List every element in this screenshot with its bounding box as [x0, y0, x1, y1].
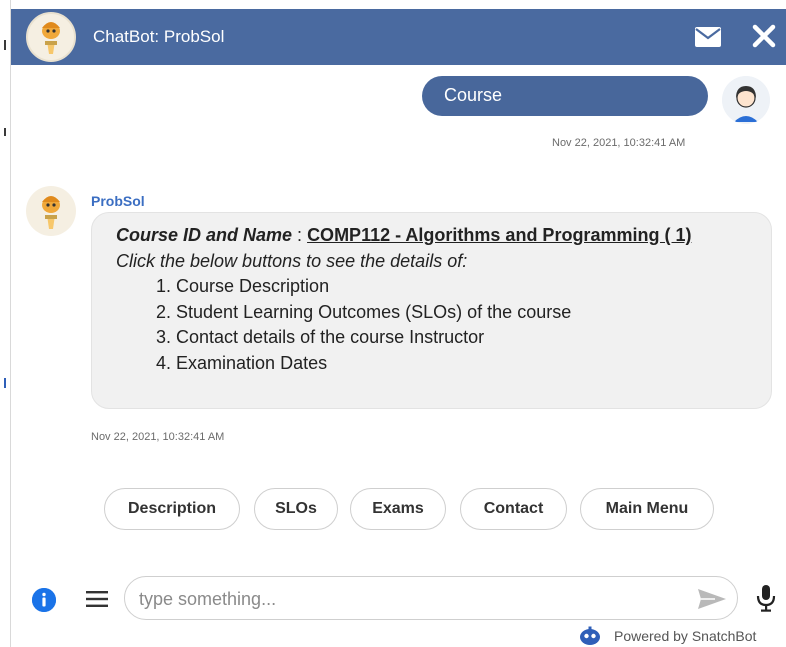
- bot-message-timestamp: Nov 22, 2021, 10:32:41 AM: [91, 431, 225, 443]
- message-input-wrapper: [124, 576, 738, 620]
- mic-icon[interactable]: [756, 584, 776, 612]
- description-button[interactable]: Description: [104, 488, 240, 530]
- details-list: 1. Course Description 2. Student Learnin…: [156, 274, 747, 376]
- mail-icon[interactable]: [695, 27, 721, 47]
- user-message-bubble: Course: [422, 76, 708, 116]
- frame-marker: [4, 40, 6, 50]
- instruction-text: Click the below buttons to see the detai…: [116, 250, 468, 271]
- course-line: Course ID and Name : COMP112 - Algorithm…: [116, 223, 747, 249]
- bot-sender-name: ProbSol: [91, 193, 145, 209]
- info-icon[interactable]: [32, 588, 56, 612]
- list-item: 2. Student Learning Outcomes (SLOs) of t…: [156, 301, 572, 322]
- menu-icon[interactable]: [86, 590, 108, 608]
- user-message-timestamp: Nov 22, 2021, 10:32:41 AM: [552, 137, 686, 149]
- frame-marker: [4, 128, 6, 136]
- course-name-link[interactable]: COMP112 - Algorithms and Programming ( 1…: [307, 225, 691, 245]
- chat-title: ChatBot: ProbSol: [93, 27, 225, 46]
- send-icon[interactable]: [697, 587, 727, 611]
- main-menu-button[interactable]: Main Menu: [580, 488, 714, 530]
- close-icon[interactable]: [751, 23, 777, 49]
- exams-button[interactable]: Exams: [350, 488, 446, 530]
- bot-avatar-icon: [26, 186, 76, 236]
- user-avatar-icon: [722, 76, 770, 124]
- course-separator: :: [292, 225, 308, 245]
- list-item: 4. Examination Dates: [156, 352, 328, 373]
- slos-button[interactable]: SLOs: [254, 488, 338, 530]
- message-input[interactable]: [139, 587, 679, 611]
- window-frame-left: [0, 0, 11, 647]
- contact-button[interactable]: Contact: [460, 488, 567, 530]
- bot-avatar-icon: [26, 12, 76, 62]
- user-message-text: Course: [444, 85, 503, 105]
- bot-message-bubble: Course ID and Name : COMP112 - Algorithm…: [91, 212, 772, 409]
- snatchbot-logo-icon: [578, 626, 602, 646]
- list-item: 1. Course Description: [156, 276, 330, 296]
- powered-by-text[interactable]: Powered by SnatchBot: [614, 628, 756, 644]
- frame-marker: [4, 378, 6, 388]
- powered-by: Powered by SnatchBot: [578, 626, 756, 646]
- chat-header: ChatBot: ProbSol: [11, 9, 786, 65]
- list-item: 3. Contact details of the course Instruc…: [156, 327, 485, 347]
- course-label: Course ID and Name: [116, 225, 293, 245]
